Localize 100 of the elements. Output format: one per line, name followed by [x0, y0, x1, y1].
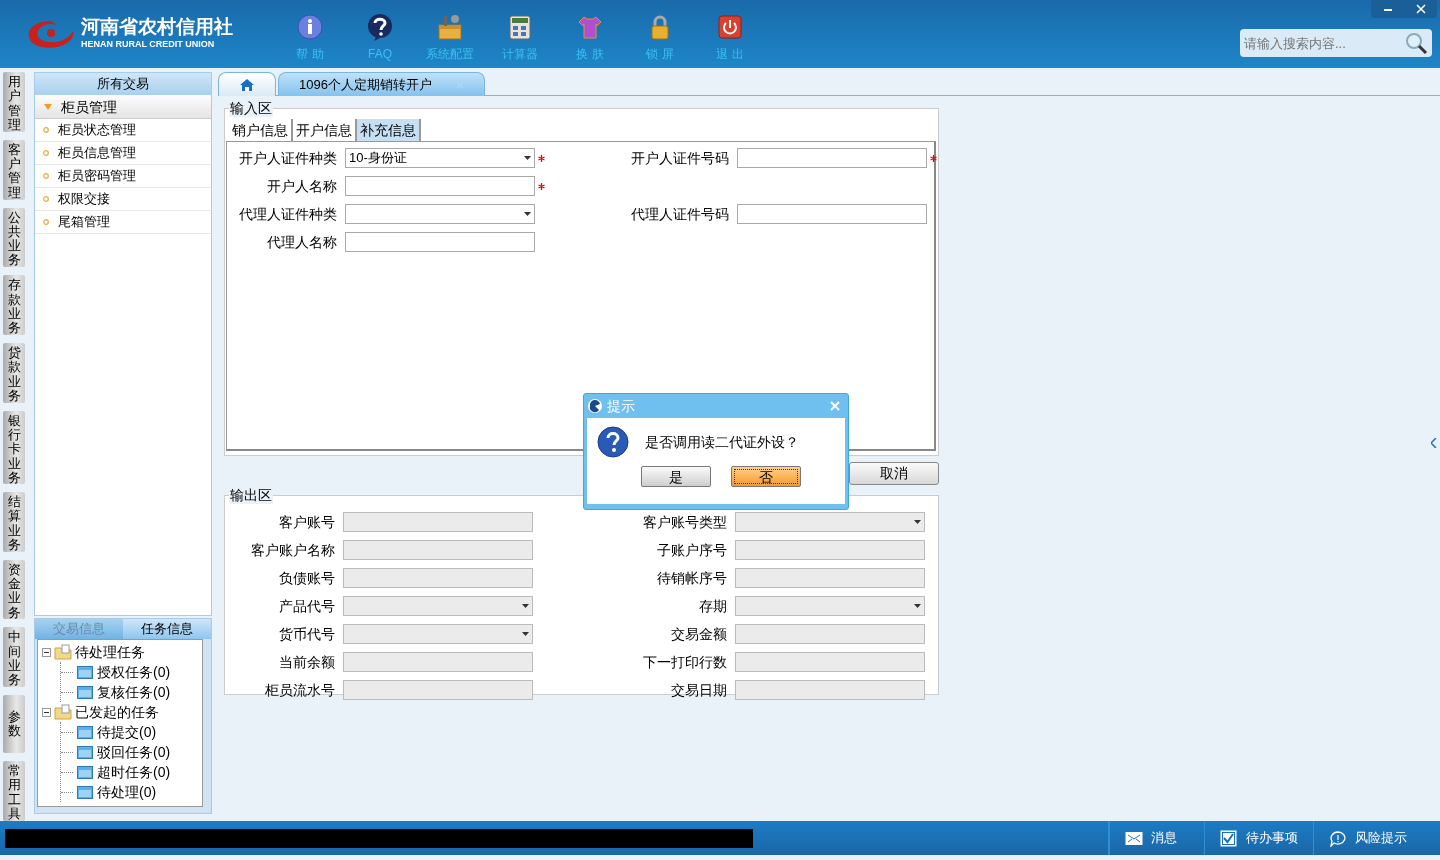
side-tab[interactable]: 中间业务 — [3, 627, 25, 688]
folder-icon — [54, 704, 72, 720]
folder-icon — [77, 685, 93, 699]
field-label: 当前余额 — [278, 653, 336, 672]
tree-item[interactable]: 已发起的任务 — [75, 701, 159, 723]
logo-subtitle: HENAN RURAL CREDIT UNION — [81, 38, 216, 52]
field-label: 代理人证件号码 — [630, 205, 730, 224]
tree-item[interactable]: 超时任务(0) — [97, 761, 171, 783]
input-field[interactable] — [343, 680, 533, 700]
tree-item[interactable]: 授权任务(0) — [97, 661, 171, 683]
dropdown-field[interactable] — [735, 512, 925, 532]
dialog-button[interactable]: 否 — [731, 466, 801, 487]
home-tab[interactable] — [218, 72, 276, 96]
field-label: 负债账号 — [278, 569, 336, 588]
menu-item[interactable]: 尾箱管理 — [35, 211, 211, 234]
side-tab[interactable]: 银行卡业务 — [3, 410, 25, 484]
menu-group[interactable]: 柜员管理 — [35, 95, 211, 119]
field-label: 交易金额 — [670, 625, 728, 644]
dropdown-field[interactable] — [735, 596, 925, 616]
checkbox-icon — [1220, 829, 1238, 847]
side-tab[interactable]: 参数 — [3, 695, 25, 754]
input-field[interactable] — [735, 680, 925, 700]
menu-item[interactable]: 柜员密码管理 — [35, 165, 211, 188]
form-tab[interactable]: 补充信息 — [357, 119, 421, 141]
section-legend: 输入区 — [229, 99, 273, 117]
field-label: 产品代号 — [278, 597, 336, 616]
dropdown-arrow-icon — [524, 212, 531, 216]
side-tab[interactable]: 用户管理 — [3, 72, 25, 132]
side-tab[interactable]: 结算业务 — [3, 491, 25, 552]
folder-icon — [77, 785, 93, 799]
toolbox-icon — [436, 13, 464, 41]
field-label: 待销帐序号 — [656, 569, 728, 588]
dropdown-field[interactable] — [343, 596, 533, 616]
info-icon — [296, 13, 324, 41]
folder-icon — [54, 644, 72, 660]
field-label: 代理人名称 — [266, 233, 338, 252]
input-field[interactable] — [735, 568, 925, 588]
side-tab[interactable]: 资金业务 — [3, 559, 25, 620]
input-field[interactable] — [735, 540, 925, 560]
input-field[interactable] — [345, 176, 535, 196]
menu-item[interactable]: 柜员状态管理 — [35, 119, 211, 142]
field-label: 下一打印行数 — [642, 653, 728, 672]
input-field[interactable] — [343, 540, 533, 560]
menu-item[interactable]: 权限交接 — [35, 188, 211, 211]
app-icon — [587, 398, 603, 414]
speech-bubble-icon — [1329, 829, 1347, 847]
status-item[interactable]: 风险提示 — [1313, 821, 1428, 855]
dropdown-arrow-icon — [522, 604, 529, 608]
input-field[interactable] — [343, 652, 533, 672]
folder-icon — [77, 725, 93, 739]
side-tab[interactable]: 常用工具 — [3, 761, 25, 821]
caret-down-icon — [43, 102, 53, 111]
tree-item[interactable]: 待提交(0) — [97, 721, 157, 743]
field-label: 客户账户名称 — [250, 541, 336, 560]
dropdown-field[interactable]: 10-身份证 — [345, 148, 535, 168]
menu-item[interactable]: 柜员信息管理 — [35, 142, 211, 165]
tree-item[interactable]: 复核任务(0) — [97, 681, 171, 703]
search-icon[interactable] — [1404, 31, 1428, 55]
dropdown-field[interactable] — [343, 624, 533, 644]
cancel-button[interactable]: 取消 — [849, 462, 939, 485]
tree-item[interactable]: 待处理(0) — [97, 781, 157, 803]
collapse-icon[interactable] — [42, 647, 51, 657]
panel-tab[interactable]: 任务信息 — [123, 619, 211, 639]
dialog-button[interactable]: 是 — [641, 466, 711, 487]
input-field[interactable] — [343, 568, 533, 588]
field-label: 代理人证件种类 — [238, 205, 338, 224]
form-tab[interactable]: 开户信息 — [293, 119, 357, 141]
question-icon — [597, 426, 629, 458]
field-label: 开户人名称 — [266, 177, 338, 196]
field-label: 客户账号类型 — [642, 513, 728, 532]
bullet-icon — [43, 150, 49, 156]
side-tab[interactable]: 公共业务 — [3, 207, 25, 268]
input-field[interactable] — [735, 624, 925, 644]
search-field[interactable]: 请输入搜索内容... — [1240, 29, 1432, 57]
document-tab[interactable]: 1096个人定期销转开户 — [278, 72, 485, 96]
dropdown-arrow-icon — [522, 632, 529, 636]
logo-title: 河南省农村信用社 — [81, 16, 233, 39]
input-field[interactable] — [345, 232, 535, 252]
collapse-icon[interactable] — [42, 707, 51, 717]
tree-item[interactable]: 待处理任务 — [75, 641, 145, 663]
side-tab[interactable]: 贷款业务 — [3, 343, 25, 403]
status-item[interactable]: 待办事项 — [1204, 821, 1313, 855]
input-field[interactable] — [735, 652, 925, 672]
dropdown-field[interactable] — [345, 204, 535, 224]
input-field[interactable] — [737, 204, 927, 224]
field-label: 货币代号 — [278, 625, 336, 644]
field-label: 客户账号 — [278, 513, 336, 532]
calculator-icon — [506, 13, 534, 41]
bullet-icon — [43, 173, 49, 179]
status-item[interactable]: 消息 — [1109, 821, 1204, 855]
required-icon — [930, 155, 937, 162]
field-label: 开户人证件种类 — [238, 149, 338, 168]
input-field[interactable] — [737, 148, 927, 168]
input-field[interactable] — [343, 512, 533, 532]
tree-item[interactable]: 驳回任务(0) — [97, 741, 171, 763]
side-tab[interactable]: 存款业务 — [3, 275, 25, 335]
field-label: 柜员流水号 — [264, 681, 336, 700]
form-tab[interactable]: 销户信息 — [229, 119, 293, 141]
mail-icon — [1125, 829, 1143, 847]
side-tab[interactable]: 客户管理 — [3, 139, 25, 200]
